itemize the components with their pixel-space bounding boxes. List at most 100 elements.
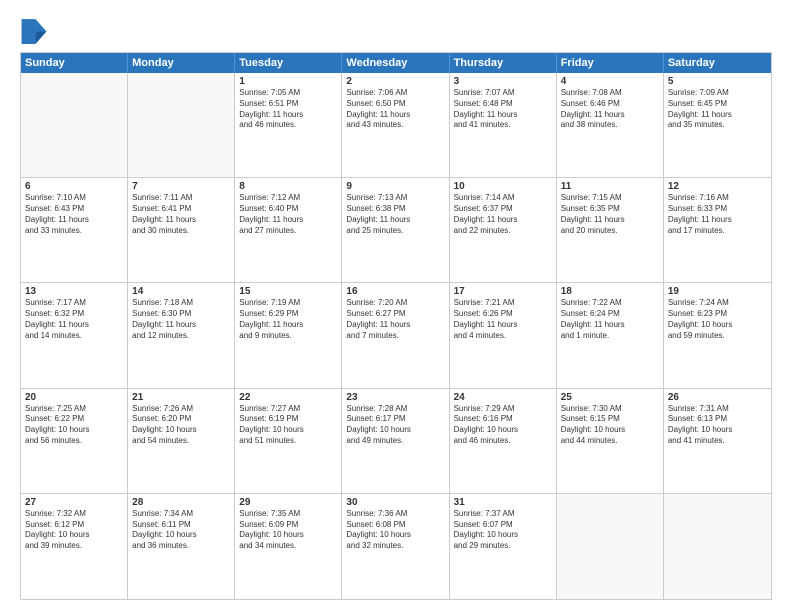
calendar-row: 13Sunrise: 7:17 AM Sunset: 6:32 PM Dayli… bbox=[21, 283, 771, 388]
day-number: 20 bbox=[25, 392, 123, 403]
calendar-cell: 5Sunrise: 7:09 AM Sunset: 6:45 PM Daylig… bbox=[664, 73, 771, 177]
calendar-cell: 16Sunrise: 7:20 AM Sunset: 6:27 PM Dayli… bbox=[342, 283, 449, 387]
day-number: 5 bbox=[668, 76, 767, 87]
calendar-cell: 3Sunrise: 7:07 AM Sunset: 6:48 PM Daylig… bbox=[450, 73, 557, 177]
day-number: 26 bbox=[668, 392, 767, 403]
calendar-cell: 29Sunrise: 7:35 AM Sunset: 6:09 PM Dayli… bbox=[235, 494, 342, 599]
calendar-cell: 8Sunrise: 7:12 AM Sunset: 6:40 PM Daylig… bbox=[235, 178, 342, 282]
calendar-cell bbox=[21, 73, 128, 177]
day-number: 25 bbox=[561, 392, 659, 403]
cell-content: Sunrise: 7:24 AM Sunset: 6:23 PM Dayligh… bbox=[668, 298, 767, 341]
cell-content: Sunrise: 7:15 AM Sunset: 6:35 PM Dayligh… bbox=[561, 193, 659, 236]
cell-content: Sunrise: 7:17 AM Sunset: 6:32 PM Dayligh… bbox=[25, 298, 123, 341]
cell-content: Sunrise: 7:12 AM Sunset: 6:40 PM Dayligh… bbox=[239, 193, 337, 236]
calendar-row: 20Sunrise: 7:25 AM Sunset: 6:22 PM Dayli… bbox=[21, 389, 771, 494]
calendar-cell: 17Sunrise: 7:21 AM Sunset: 6:26 PM Dayli… bbox=[450, 283, 557, 387]
day-number: 27 bbox=[25, 497, 123, 508]
calendar-cell: 27Sunrise: 7:32 AM Sunset: 6:12 PM Dayli… bbox=[21, 494, 128, 599]
day-number: 1 bbox=[239, 76, 337, 87]
page: SundayMondayTuesdayWednesdayThursdayFrid… bbox=[0, 0, 792, 612]
cell-content: Sunrise: 7:19 AM Sunset: 6:29 PM Dayligh… bbox=[239, 298, 337, 341]
calendar-cell: 12Sunrise: 7:16 AM Sunset: 6:33 PM Dayli… bbox=[664, 178, 771, 282]
day-number: 8 bbox=[239, 181, 337, 192]
cell-content: Sunrise: 7:10 AM Sunset: 6:43 PM Dayligh… bbox=[25, 193, 123, 236]
cell-content: Sunrise: 7:26 AM Sunset: 6:20 PM Dayligh… bbox=[132, 404, 230, 447]
calendar-cell: 18Sunrise: 7:22 AM Sunset: 6:24 PM Dayli… bbox=[557, 283, 664, 387]
cell-content: Sunrise: 7:09 AM Sunset: 6:45 PM Dayligh… bbox=[668, 88, 767, 131]
cell-content: Sunrise: 7:08 AM Sunset: 6:46 PM Dayligh… bbox=[561, 88, 659, 131]
calendar-row: 27Sunrise: 7:32 AM Sunset: 6:12 PM Dayli… bbox=[21, 494, 771, 599]
weekday-header: Friday bbox=[557, 53, 664, 73]
calendar-cell: 15Sunrise: 7:19 AM Sunset: 6:29 PM Dayli… bbox=[235, 283, 342, 387]
cell-content: Sunrise: 7:32 AM Sunset: 6:12 PM Dayligh… bbox=[25, 509, 123, 552]
weekday-header: Monday bbox=[128, 53, 235, 73]
calendar-cell: 4Sunrise: 7:08 AM Sunset: 6:46 PM Daylig… bbox=[557, 73, 664, 177]
day-number: 24 bbox=[454, 392, 552, 403]
cell-content: Sunrise: 7:21 AM Sunset: 6:26 PM Dayligh… bbox=[454, 298, 552, 341]
weekday-header: Wednesday bbox=[342, 53, 449, 73]
calendar-cell: 10Sunrise: 7:14 AM Sunset: 6:37 PM Dayli… bbox=[450, 178, 557, 282]
weekday-header: Saturday bbox=[664, 53, 771, 73]
cell-content: Sunrise: 7:25 AM Sunset: 6:22 PM Dayligh… bbox=[25, 404, 123, 447]
cell-content: Sunrise: 7:36 AM Sunset: 6:08 PM Dayligh… bbox=[346, 509, 444, 552]
cell-content: Sunrise: 7:31 AM Sunset: 6:13 PM Dayligh… bbox=[668, 404, 767, 447]
day-number: 2 bbox=[346, 76, 444, 87]
cell-content: Sunrise: 7:05 AM Sunset: 6:51 PM Dayligh… bbox=[239, 88, 337, 131]
calendar-cell: 23Sunrise: 7:28 AM Sunset: 6:17 PM Dayli… bbox=[342, 389, 449, 493]
day-number: 9 bbox=[346, 181, 444, 192]
day-number: 6 bbox=[25, 181, 123, 192]
calendar-cell: 28Sunrise: 7:34 AM Sunset: 6:11 PM Dayli… bbox=[128, 494, 235, 599]
logo-icon bbox=[20, 16, 48, 44]
cell-content: Sunrise: 7:11 AM Sunset: 6:41 PM Dayligh… bbox=[132, 193, 230, 236]
calendar-cell: 7Sunrise: 7:11 AM Sunset: 6:41 PM Daylig… bbox=[128, 178, 235, 282]
calendar-cell: 26Sunrise: 7:31 AM Sunset: 6:13 PM Dayli… bbox=[664, 389, 771, 493]
calendar-cell: 21Sunrise: 7:26 AM Sunset: 6:20 PM Dayli… bbox=[128, 389, 235, 493]
day-number: 17 bbox=[454, 286, 552, 297]
day-number: 10 bbox=[454, 181, 552, 192]
cell-content: Sunrise: 7:35 AM Sunset: 6:09 PM Dayligh… bbox=[239, 509, 337, 552]
day-number: 13 bbox=[25, 286, 123, 297]
day-number: 4 bbox=[561, 76, 659, 87]
cell-content: Sunrise: 7:18 AM Sunset: 6:30 PM Dayligh… bbox=[132, 298, 230, 341]
calendar-cell: 1Sunrise: 7:05 AM Sunset: 6:51 PM Daylig… bbox=[235, 73, 342, 177]
day-number: 16 bbox=[346, 286, 444, 297]
weekday-header: Thursday bbox=[450, 53, 557, 73]
calendar-cell bbox=[128, 73, 235, 177]
cell-content: Sunrise: 7:29 AM Sunset: 6:16 PM Dayligh… bbox=[454, 404, 552, 447]
header bbox=[20, 16, 772, 44]
day-number: 12 bbox=[668, 181, 767, 192]
calendar-cell: 19Sunrise: 7:24 AM Sunset: 6:23 PM Dayli… bbox=[664, 283, 771, 387]
calendar-header: SundayMondayTuesdayWednesdayThursdayFrid… bbox=[21, 53, 771, 73]
cell-content: Sunrise: 7:30 AM Sunset: 6:15 PM Dayligh… bbox=[561, 404, 659, 447]
cell-content: Sunrise: 7:37 AM Sunset: 6:07 PM Dayligh… bbox=[454, 509, 552, 552]
weekday-header: Sunday bbox=[21, 53, 128, 73]
calendar-row: 1Sunrise: 7:05 AM Sunset: 6:51 PM Daylig… bbox=[21, 73, 771, 178]
day-number: 30 bbox=[346, 497, 444, 508]
calendar-cell: 2Sunrise: 7:06 AM Sunset: 6:50 PM Daylig… bbox=[342, 73, 449, 177]
cell-content: Sunrise: 7:28 AM Sunset: 6:17 PM Dayligh… bbox=[346, 404, 444, 447]
day-number: 3 bbox=[454, 76, 552, 87]
calendar-cell: 22Sunrise: 7:27 AM Sunset: 6:19 PM Dayli… bbox=[235, 389, 342, 493]
day-number: 23 bbox=[346, 392, 444, 403]
calendar-cell: 31Sunrise: 7:37 AM Sunset: 6:07 PM Dayli… bbox=[450, 494, 557, 599]
calendar: SundayMondayTuesdayWednesdayThursdayFrid… bbox=[20, 52, 772, 600]
calendar-body: 1Sunrise: 7:05 AM Sunset: 6:51 PM Daylig… bbox=[21, 73, 771, 599]
calendar-cell: 13Sunrise: 7:17 AM Sunset: 6:32 PM Dayli… bbox=[21, 283, 128, 387]
day-number: 31 bbox=[454, 497, 552, 508]
day-number: 7 bbox=[132, 181, 230, 192]
cell-content: Sunrise: 7:07 AM Sunset: 6:48 PM Dayligh… bbox=[454, 88, 552, 131]
calendar-cell: 25Sunrise: 7:30 AM Sunset: 6:15 PM Dayli… bbox=[557, 389, 664, 493]
cell-content: Sunrise: 7:27 AM Sunset: 6:19 PM Dayligh… bbox=[239, 404, 337, 447]
cell-content: Sunrise: 7:13 AM Sunset: 6:38 PM Dayligh… bbox=[346, 193, 444, 236]
day-number: 22 bbox=[239, 392, 337, 403]
weekday-header: Tuesday bbox=[235, 53, 342, 73]
day-number: 14 bbox=[132, 286, 230, 297]
calendar-cell bbox=[664, 494, 771, 599]
day-number: 29 bbox=[239, 497, 337, 508]
day-number: 15 bbox=[239, 286, 337, 297]
cell-content: Sunrise: 7:14 AM Sunset: 6:37 PM Dayligh… bbox=[454, 193, 552, 236]
calendar-cell: 24Sunrise: 7:29 AM Sunset: 6:16 PM Dayli… bbox=[450, 389, 557, 493]
calendar-cell: 11Sunrise: 7:15 AM Sunset: 6:35 PM Dayli… bbox=[557, 178, 664, 282]
cell-content: Sunrise: 7:22 AM Sunset: 6:24 PM Dayligh… bbox=[561, 298, 659, 341]
cell-content: Sunrise: 7:16 AM Sunset: 6:33 PM Dayligh… bbox=[668, 193, 767, 236]
